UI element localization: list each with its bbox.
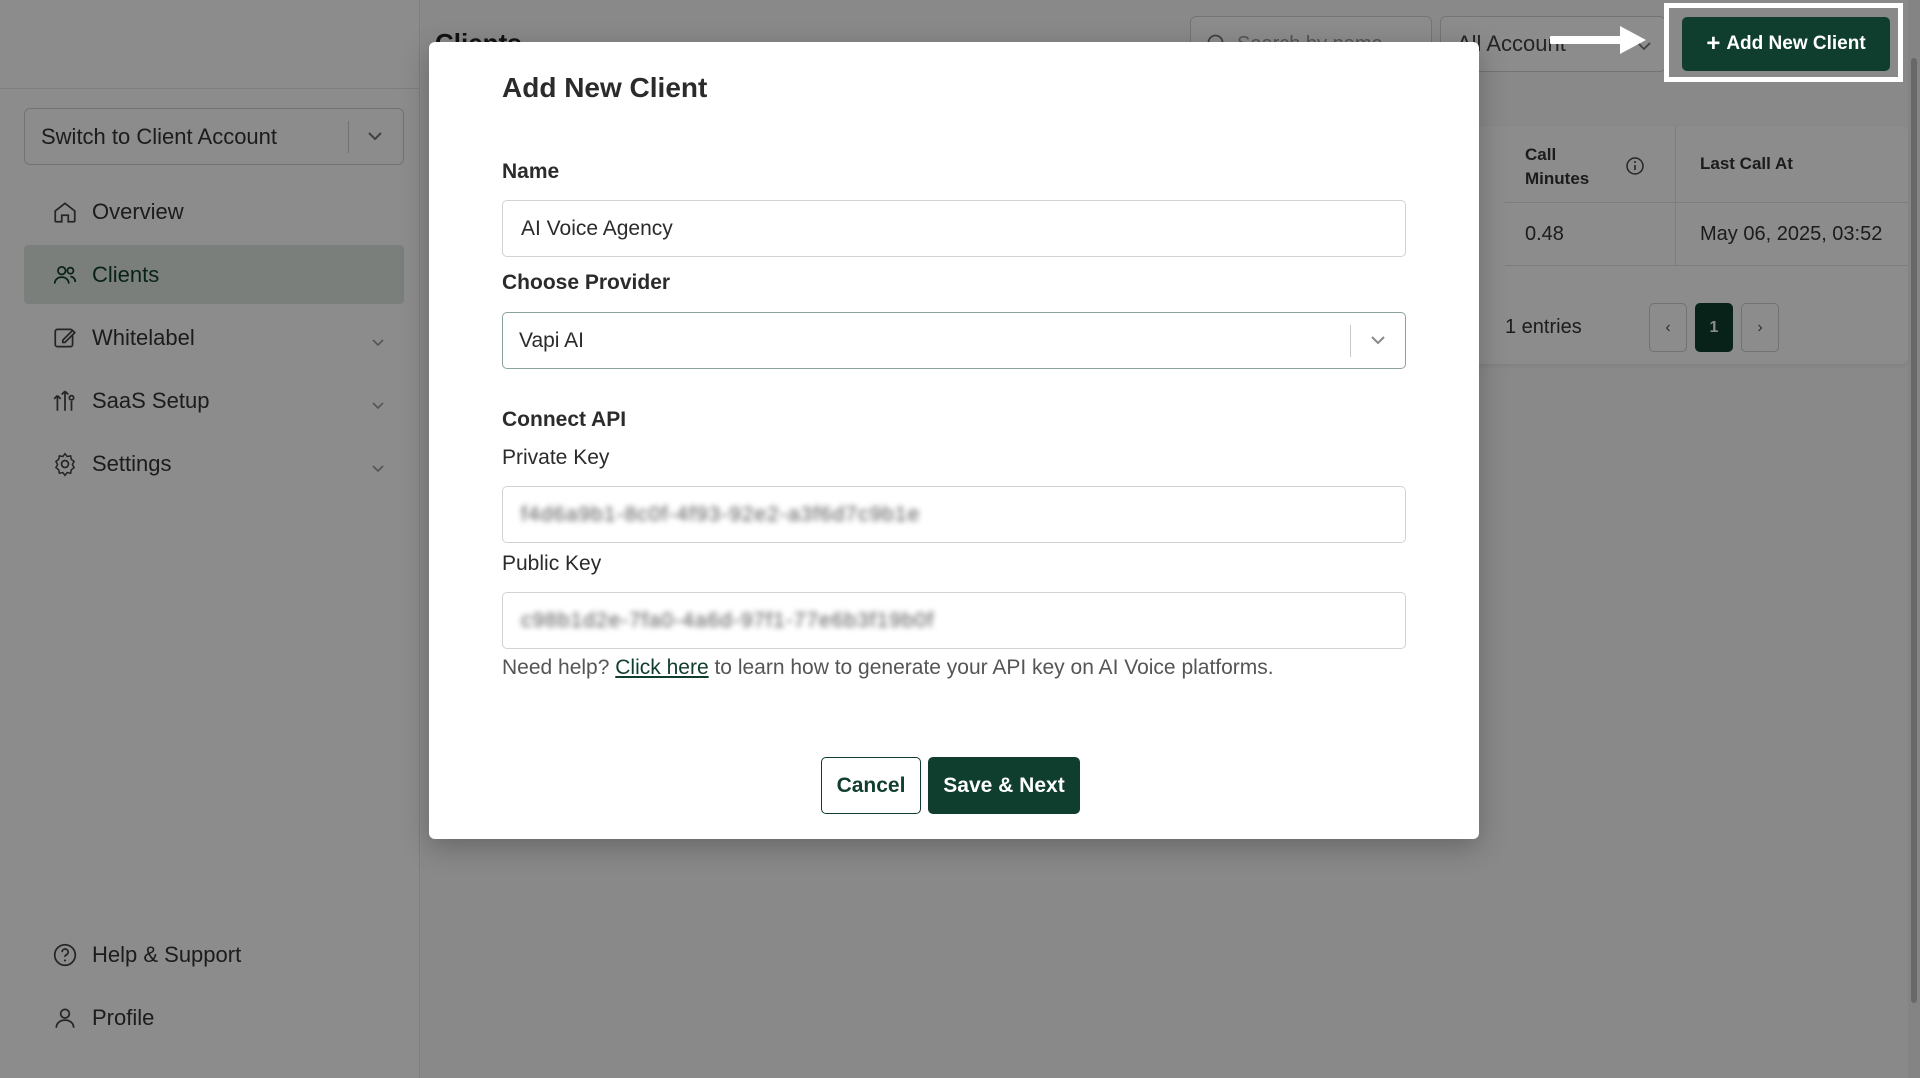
plus-icon: +	[1706, 30, 1721, 57]
name-value: AI Voice Agency	[521, 216, 673, 240]
add-client-modal: Add New Client Name AI Voice Agency Choo…	[429, 42, 1479, 839]
provider-label: Choose Provider	[502, 271, 671, 294]
chevron-down-icon	[1368, 330, 1388, 356]
app-root: Switch to Client Account Overview Client…	[0, 0, 1920, 1078]
add-new-client-button[interactable]: + Add New Client	[1682, 17, 1890, 71]
public-key-field[interactable]: c98b1d2e-7fa0-4a6d-97f1-77e6b3f19b0f	[502, 592, 1406, 649]
connect-api-heading: Connect API	[502, 408, 627, 431]
public-key-value: c98b1d2e-7fa0-4a6d-97f1-77e6b3f19b0f	[521, 608, 935, 632]
help-link[interactable]: Click here	[615, 656, 708, 679]
arrow-right-icon	[1548, 22, 1650, 63]
help-prefix: Need help?	[502, 656, 616, 679]
modal-title: Add New Client	[502, 72, 708, 103]
help-text: Need help? Click here to learn how to ge…	[502, 656, 1274, 680]
cancel-button[interactable]: Cancel	[821, 757, 921, 814]
save-next-button[interactable]: Save & Next	[928, 757, 1080, 814]
provider-value: Vapi AI	[519, 328, 584, 352]
public-key-label: Public Key	[502, 552, 602, 575]
private-key-label: Private Key	[502, 446, 610, 469]
add-new-client-label: Add New Client	[1726, 33, 1866, 54]
name-field[interactable]: AI Voice Agency	[502, 200, 1406, 257]
private-key-field[interactable]: f4d6a9b1-8c0f-4f93-92e2-a3f6d7c9b1e	[502, 486, 1406, 543]
name-label: Name	[502, 160, 560, 183]
private-key-value: f4d6a9b1-8c0f-4f93-92e2-a3f6d7c9b1e	[521, 502, 921, 526]
help-suffix: to learn how to generate your API key on…	[708, 656, 1274, 679]
select-divider	[1350, 325, 1351, 357]
provider-select[interactable]: Vapi AI	[502, 312, 1406, 369]
